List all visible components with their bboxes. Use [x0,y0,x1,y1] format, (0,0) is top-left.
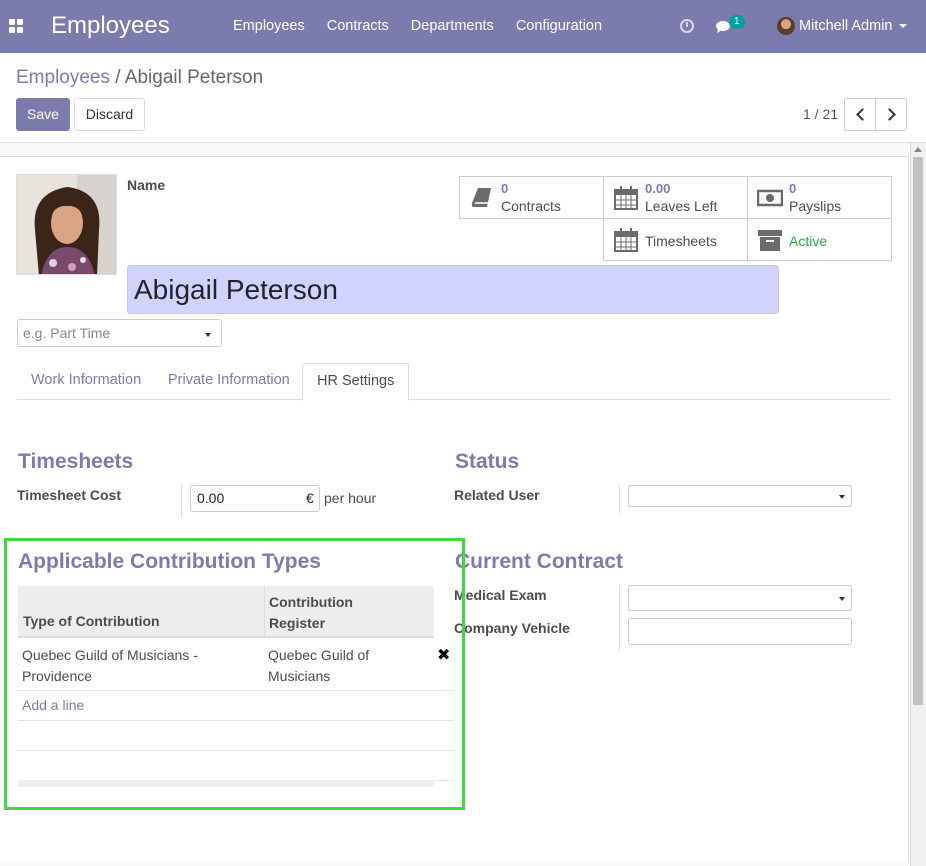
top-navbar: Employees Employees Contracts Department… [0,0,926,53]
add-line-link[interactable]: Add a line [22,697,84,713]
table-footer [18,780,434,787]
field-separator [619,485,620,513]
job-title-placeholder: e.g. Part Time [23,325,111,341]
discard-button[interactable]: Discard [74,98,145,131]
calendar-icon [614,228,638,252]
field-separator [181,485,182,518]
leaves-left-value: 0.00 [645,181,671,196]
timesheets-section-title: Timesheets [18,450,134,473]
book-icon [471,188,491,207]
pager-value[interactable]: 1 / 21 [803,106,838,122]
empty-row [18,751,454,781]
save-button[interactable]: Save [16,98,70,131]
employee-photo[interactable] [16,174,117,275]
company-vehicle-input[interactable] [628,618,852,645]
contracts-smart-button[interactable]: 0 Contracts [459,176,604,219]
timesheet-cost-value: 0.00 [197,490,225,506]
payslips-label: Payslips [789,198,842,214]
payslips-smart-button[interactable]: 0 Payslips [747,176,892,219]
breadcrumb: Employees / Abigail Peterson [16,67,263,89]
contribution-type-cell[interactable]: Quebec Guild of Musicians - Providence [22,645,222,687]
field-separator [619,585,620,651]
menu-employees[interactable]: Employees [233,18,305,34]
leaves-left-label: Leaves Left [645,198,718,214]
contribution-table-header: Type of Contribution Contribution Regist… [18,586,434,638]
breadcrumb-parent[interactable]: Employees [16,67,110,88]
user-name[interactable]: Mitchell Admin [799,18,892,34]
chat-count-badge: 1 [729,15,745,29]
contracts-count: 0 [501,181,509,196]
empty-row [18,721,454,751]
column-contribution-register[interactable]: Contribution Register [269,592,389,634]
scroll-up-arrow-icon[interactable] [914,147,922,152]
tab-hr-settings[interactable]: HR Settings [302,363,410,401]
archive-icon [758,230,782,251]
leaves-smart-button[interactable]: 0.00 Leaves Left [603,176,748,219]
current-contract-section-title: Current Contract [455,550,624,573]
menu-departments[interactable]: Departments [411,18,494,34]
caret-down-icon [205,333,211,337]
money-icon [757,189,783,207]
contracts-label: Contracts [501,198,561,214]
payslips-count: 0 [789,181,797,196]
chevron-right-icon [883,108,896,121]
main-menu: Employees Contracts Departments Configur… [233,18,624,34]
medical-exam-select[interactable] [628,585,852,611]
caret-down-icon [839,597,845,601]
delete-row-icon[interactable]: ✖ [437,645,450,665]
column-type-of-contribution[interactable]: Type of Contribution [23,613,160,629]
apps-grid-icon[interactable] [9,19,23,33]
medical-exam-label: Medical Exam [454,587,547,603]
related-user-select[interactable] [628,485,852,507]
status-section-title: Status [455,450,520,473]
timesheet-cost-label: Timesheet Cost [17,487,121,503]
currency-symbol: € [306,490,314,506]
timesheet-cost-input[interactable]: 0.00 € [190,485,320,512]
pager-previous-button[interactable] [844,98,876,131]
caret-down-icon [839,495,845,499]
employee-name-input[interactable]: Abigail Peterson [127,265,779,314]
table-row[interactable]: Quebec Guild of Musicians - Providence Q… [18,640,454,691]
control-panel: Employees / Abigail Peterson Save Discar… [0,53,926,143]
menu-contracts[interactable]: Contracts [327,18,389,34]
breadcrumb-separator: / [115,67,121,88]
timesheets-smart-button[interactable]: Timesheets [603,218,748,261]
tab-private-information[interactable]: Private Information [154,363,304,400]
related-user-label: Related User [454,487,540,503]
breadcrumb-current: Abigail Peterson [124,67,264,88]
tab-work-information[interactable]: Work Information [17,363,155,400]
active-status-label: Active [789,233,828,249]
form-tabs: Work Information Private Information HR … [17,363,891,401]
timesheets-label: Timesheets [645,233,717,249]
activity-clock-icon[interactable] [680,19,694,33]
contribution-register-cell[interactable]: Quebec Guild of Musicians [268,645,418,687]
pager-next-button[interactable] [875,98,907,131]
job-title-select[interactable]: e.g. Part Time [17,319,222,347]
contribution-section-title: Applicable Contribution Types [18,550,321,573]
chevron-left-icon [856,108,869,121]
user-avatar[interactable] [777,17,795,35]
scrollbar-thumb[interactable] [913,157,923,705]
app-title: Employees [51,12,170,39]
menu-configuration[interactable]: Configuration [516,18,602,34]
company-vehicle-label: Company Vehicle [454,620,570,636]
calendar-icon [614,186,638,210]
active-toggle-button[interactable]: Active [747,218,892,261]
cost-unit-label: per hour [324,490,377,506]
user-menu-caret-icon[interactable] [899,24,907,28]
name-label: Name [127,177,166,193]
